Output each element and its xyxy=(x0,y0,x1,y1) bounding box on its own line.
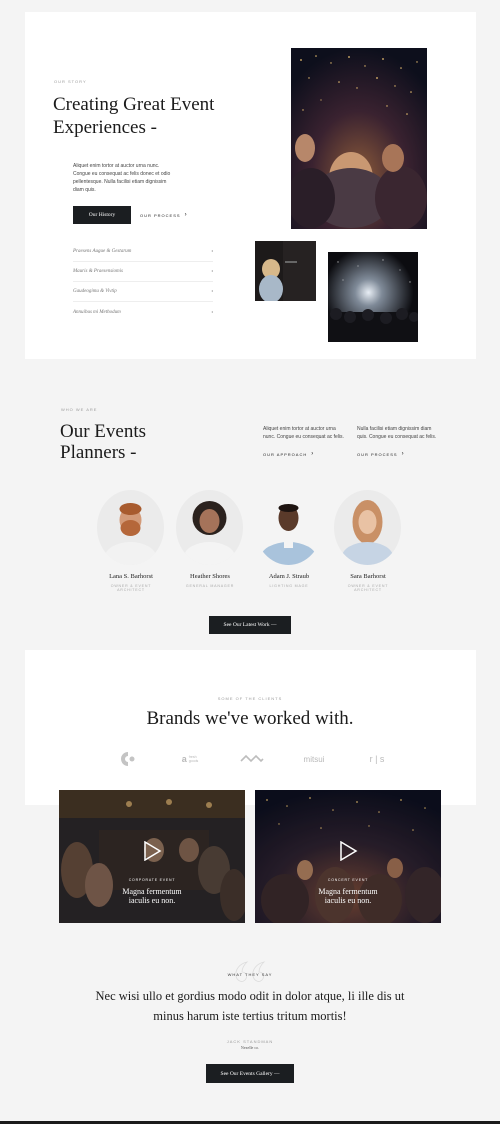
video-card[interactable]: CONCERT EVENT Magna fermentum iaculis eu… xyxy=(255,790,441,923)
see-events-gallery-button[interactable]: See Our Events Gallery — xyxy=(206,1064,294,1083)
see-latest-work-button[interactable]: See Our Latest Work — xyxy=(209,616,291,634)
chevron-right-icon: › xyxy=(311,451,315,457)
chevron-right-icon: › xyxy=(211,309,213,315)
person-role: GENERAL MANAGER xyxy=(185,584,235,588)
person-name: Lana S. Barhorst xyxy=(109,573,153,580)
story-body: Aliquet enim tortor at auctor urna nunc.… xyxy=(73,163,171,193)
person-name: Adam J. Straub xyxy=(268,573,310,580)
person-role: LIGHTING MAGE xyxy=(269,584,309,588)
our-history-button[interactable]: Our History xyxy=(73,206,131,224)
our-process-link[interactable]: OUR PROCESS › xyxy=(140,212,188,218)
chevron-right-icon: › xyxy=(211,289,213,294)
planners-process-label: OUR PROCESS xyxy=(357,451,398,457)
testimonial-quote-line2: minus harum iste tertius tritum mortis! xyxy=(153,1009,347,1023)
person-name: Sara Barhorst xyxy=(350,573,386,580)
planners-col1-text: Aliquet enim tortor at auctor urna nunc.… xyxy=(263,426,344,440)
chevron-right-icon: › xyxy=(211,249,213,254)
concert-photo xyxy=(328,252,418,342)
story-title-line2: Experiences - xyxy=(53,117,157,138)
our-approach-link[interactable]: OUR APPROACH › xyxy=(263,451,314,457)
testimonial-author-role: Nexelle co. xyxy=(240,1045,260,1050)
chevron-right-icon: › xyxy=(401,451,405,457)
video-title-line2: iaculis eu non. xyxy=(128,896,176,905)
play-icon[interactable] xyxy=(142,841,162,861)
person-card[interactable]: Adam J. Straub LIGHTING MAGE xyxy=(255,490,323,588)
list-item[interactable]: Gaudeogimu & Vivtip › xyxy=(73,282,213,302)
planners-title-line1: Our Events xyxy=(60,421,147,442)
play-icon[interactable] xyxy=(338,841,358,861)
person-card[interactable]: Sara Barhorst OWNER & EVENT ARCHITECT xyxy=(334,490,402,592)
brand-logo-fresh-goods: a fresh goods xyxy=(181,754,199,764)
planners-col2-text: Nulla facilisi etiam dignissim diam quis… xyxy=(357,426,437,440)
list-item[interactable]: Praesens Augue & Gestarum › xyxy=(73,242,213,262)
video-card[interactable]: CORPORATE EVENT Magna fermentum iaculis … xyxy=(59,790,245,923)
crowd-photo-large xyxy=(291,48,427,229)
person-card[interactable]: Lana S. Barhorst OWNER & EVENT ARCHITECT xyxy=(97,490,165,592)
story-title-line1: Creating Great Event xyxy=(53,94,215,115)
person-role: OWNER & EVENT ARCHITECT xyxy=(110,584,152,592)
avatar xyxy=(255,490,322,565)
brand-logo-mitsui: mitsui xyxy=(303,754,325,764)
avatar xyxy=(97,490,164,565)
avatar xyxy=(334,490,401,565)
planners-process-link[interactable]: OUR PROCESS › xyxy=(357,451,405,457)
person-name: Heather Shores xyxy=(190,573,230,580)
video-title-line1: Magna fermentum xyxy=(122,887,182,896)
testimonial-eyebrow: WHAT THEY SAY xyxy=(227,972,273,977)
brand-logo-rs: r | s xyxy=(369,754,385,764)
video-eyebrow: CORPORATE EVENT xyxy=(128,878,176,882)
story-eyebrow: OUR STORY xyxy=(54,79,87,84)
person-role: OWNER & EVENT ARCHITECT xyxy=(347,584,389,592)
video-title-line2: iaculis eu non. xyxy=(324,896,372,905)
testimonial-author: JACK STANDMAN xyxy=(226,1039,274,1044)
brand-logo-waves xyxy=(240,752,264,766)
avatar xyxy=(176,490,243,565)
planners-title-line2: Planners - xyxy=(60,442,137,463)
brand-logo-c xyxy=(118,751,138,767)
person-card[interactable]: Heather Shores GENERAL MANAGER xyxy=(176,490,244,588)
list-item[interactable]: Mauris & Praesensiomis › xyxy=(73,262,213,282)
brands-eyebrow: SOME OF THE CLIENTS xyxy=(217,696,283,701)
video-title-line1: Magna fermentum xyxy=(318,887,378,896)
chevron-right-icon: › xyxy=(184,212,188,218)
story-list: Praesens Augue & Gestarum › Mauris & Pra… xyxy=(73,242,213,322)
our-approach-label: OUR APPROACH xyxy=(263,451,308,457)
list-item[interactable]: Annuibus mi Methodum › xyxy=(73,302,213,322)
testimonial-quote-line1: Nec wisi ullo et gordius modo odit in do… xyxy=(95,989,405,1003)
video-eyebrow: CONCERT EVENT xyxy=(327,878,369,882)
brands-title: Brands we've worked with. xyxy=(146,708,354,729)
planners-eyebrow: WHO WE ARE xyxy=(61,407,98,412)
singer-photo xyxy=(255,241,316,301)
our-process-label: OUR PROCESS xyxy=(140,212,181,218)
chevron-right-icon: › xyxy=(211,269,213,274)
